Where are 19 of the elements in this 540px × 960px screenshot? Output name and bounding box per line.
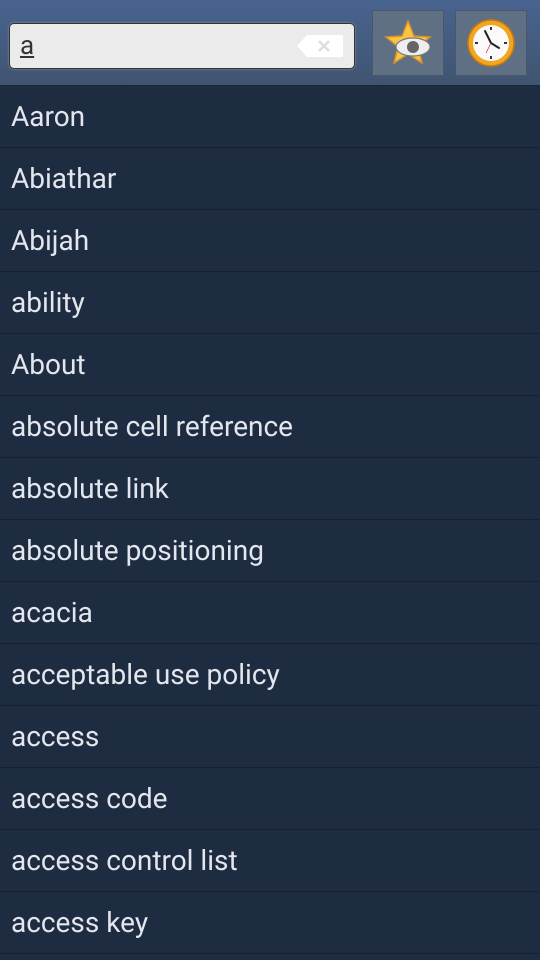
word-list-item[interactable]: Abiathar	[0, 148, 540, 210]
word-list-item[interactable]: access	[0, 706, 540, 768]
word-list-item[interactable]: acceptable use policy	[0, 644, 540, 706]
word-list-item[interactable]: access code	[0, 768, 540, 830]
favorites-button[interactable]	[372, 10, 444, 76]
word-list-item[interactable]: ability	[0, 272, 540, 334]
word-list-item[interactable]: absolute link	[0, 458, 540, 520]
word-list-item[interactable]: access key	[0, 892, 540, 954]
word-list-item[interactable]: absolute positioning	[0, 520, 540, 582]
word-list-item[interactable]: About	[0, 334, 540, 396]
word-list-item[interactable]: acacia	[0, 582, 540, 644]
search-field[interactable]: a	[9, 22, 355, 68]
word-list-item[interactable]: Abijah	[0, 210, 540, 272]
history-button[interactable]	[455, 10, 527, 76]
clock-icon	[466, 18, 516, 68]
star-eye-icon	[383, 18, 433, 66]
word-list-item[interactable]: access control list	[0, 830, 540, 892]
word-list-item[interactable]: absolute cell reference	[0, 396, 540, 458]
word-list-item[interactable]: Aaron	[0, 86, 540, 148]
